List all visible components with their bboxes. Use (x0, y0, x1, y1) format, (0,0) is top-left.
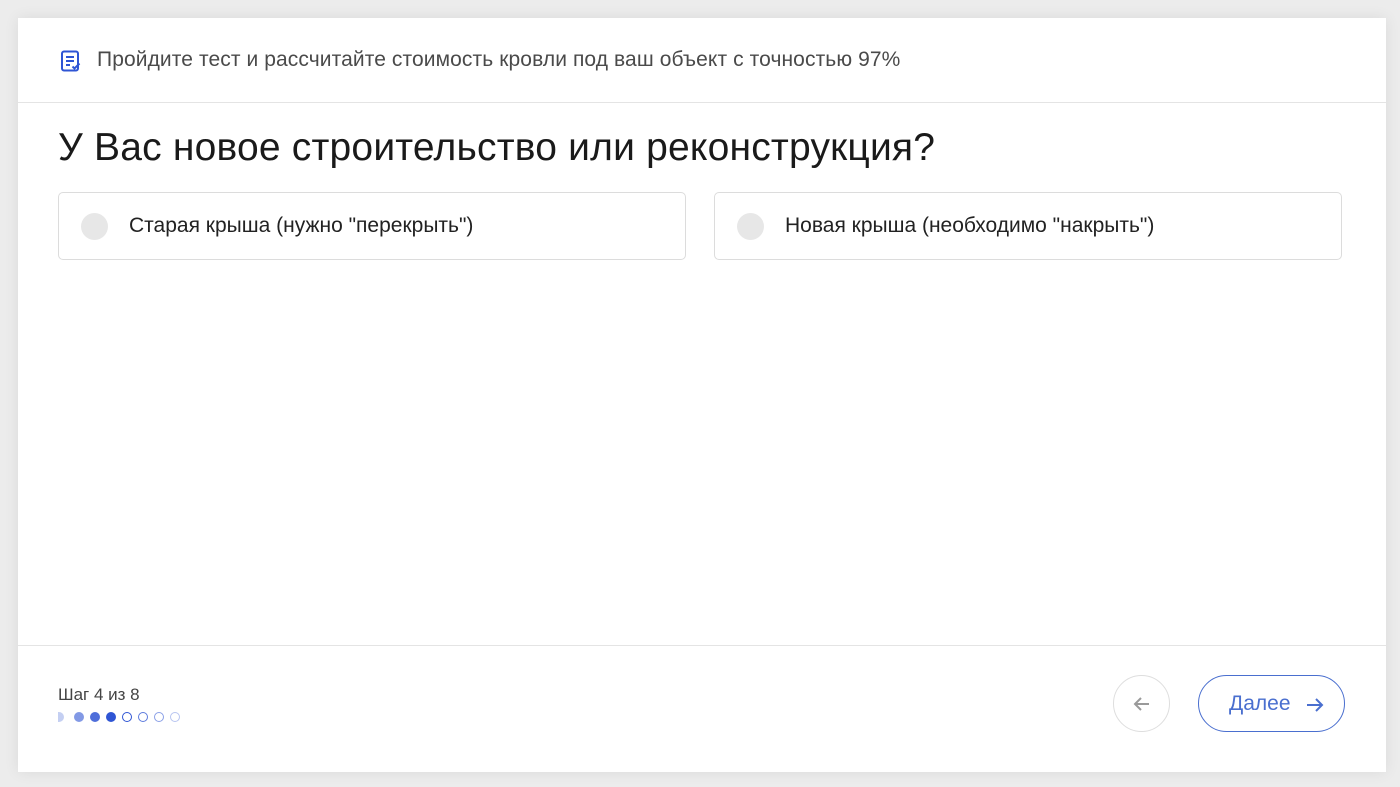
arrow-right-icon (1307, 698, 1324, 712)
arrow-left-icon (1133, 697, 1149, 711)
back-button[interactable] (1113, 675, 1170, 732)
next-button-label: Далее (1229, 692, 1291, 715)
quiz-footer: Шаг 4 из 8 Далее (18, 645, 1386, 772)
step-dot (58, 712, 64, 722)
option-new-roof[interactable]: Новая крыша (необходимо "накрыть") (714, 192, 1342, 260)
quiz-header: Пройдите тест и рассчитайте стоимость кр… (18, 18, 1386, 103)
quiz-list-icon (60, 50, 82, 72)
quiz-card: Пройдите тест и рассчитайте стоимость кр… (18, 18, 1386, 772)
step-dot (154, 712, 164, 722)
step-dot (170, 712, 180, 722)
option-label: Старая крыша (нужно "перекрыть") (129, 214, 474, 237)
step-counter: Шаг 4 из 8 (58, 685, 140, 704)
step-dot (138, 712, 148, 722)
next-button[interactable]: Далее (1198, 675, 1345, 732)
step-dot (122, 712, 132, 722)
radio-button[interactable] (81, 213, 108, 240)
option-old-roof[interactable]: Старая крыша (нужно "перекрыть") (58, 192, 686, 260)
step-dot (74, 712, 84, 722)
step-dot (106, 712, 116, 722)
radio-button[interactable] (737, 213, 764, 240)
quiz-header-text: Пройдите тест и рассчитайте стоимость кр… (97, 48, 901, 71)
question-title: У Вас новое строительство или реконструк… (58, 126, 936, 169)
option-label: Новая крыша (необходимо "накрыть") (785, 214, 1155, 237)
step-dot (90, 712, 100, 722)
